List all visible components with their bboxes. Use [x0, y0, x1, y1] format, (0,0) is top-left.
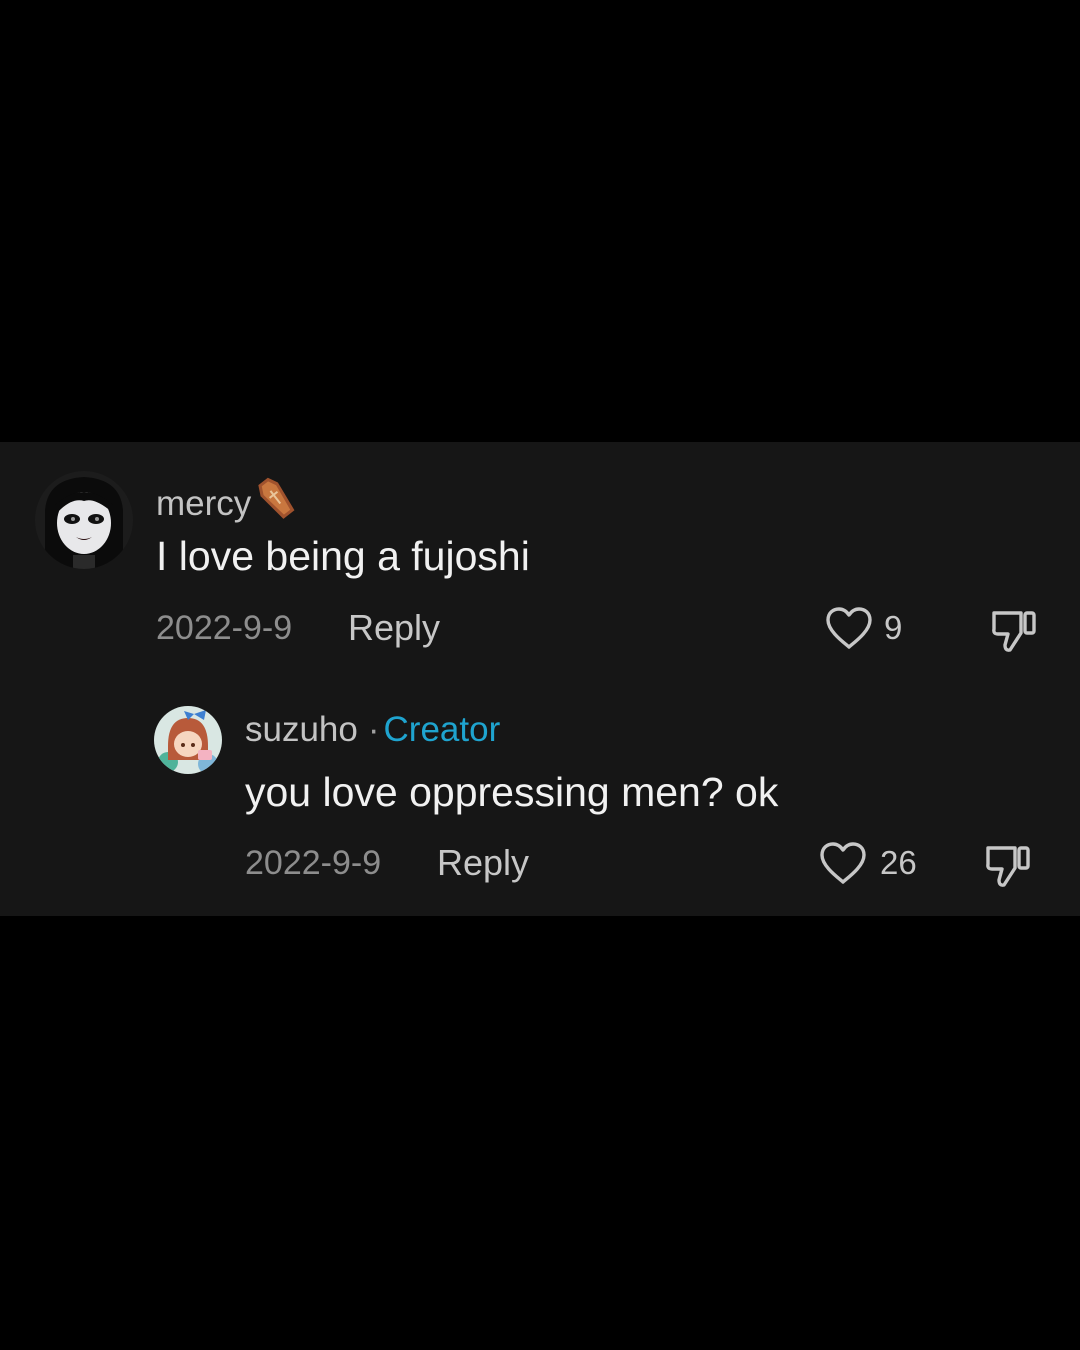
creator-badge: Creator [383, 710, 501, 749]
thumbs-down-icon[interactable] [984, 840, 1034, 890]
comment-text: I love being a fujoshi [156, 533, 530, 579]
creator-separator: · [367, 710, 380, 749]
heart-outline-icon[interactable] [818, 840, 868, 886]
comment-date: 2022-9-9 [156, 609, 293, 647]
avatar-suzuho[interactable] [154, 706, 222, 774]
thumbs-down-icon[interactable] [990, 605, 1040, 655]
comment-username[interactable]: mercy [156, 475, 299, 530]
like-count: 9 [884, 609, 903, 646]
coffin-emoji-icon [253, 475, 299, 530]
reply-like-count: 26 [880, 844, 917, 881]
comments-panel: mercy I love being a fujoshi 2022-9-9 Re… [0, 442, 1080, 916]
username-text: mercy [156, 484, 252, 523]
reply-date: 2022-9-9 [245, 844, 382, 882]
reply-text: you love oppressing men? ok [245, 769, 779, 815]
reply-button[interactable]: Reply [348, 608, 440, 648]
avatar-mercy[interactable] [35, 471, 133, 569]
reply-username-text: suzuho [245, 710, 358, 749]
heart-outline-icon[interactable] [824, 605, 874, 651]
reply-username[interactable]: suzuho · Creator [245, 710, 500, 750]
reply-reply-button[interactable]: Reply [437, 843, 529, 883]
